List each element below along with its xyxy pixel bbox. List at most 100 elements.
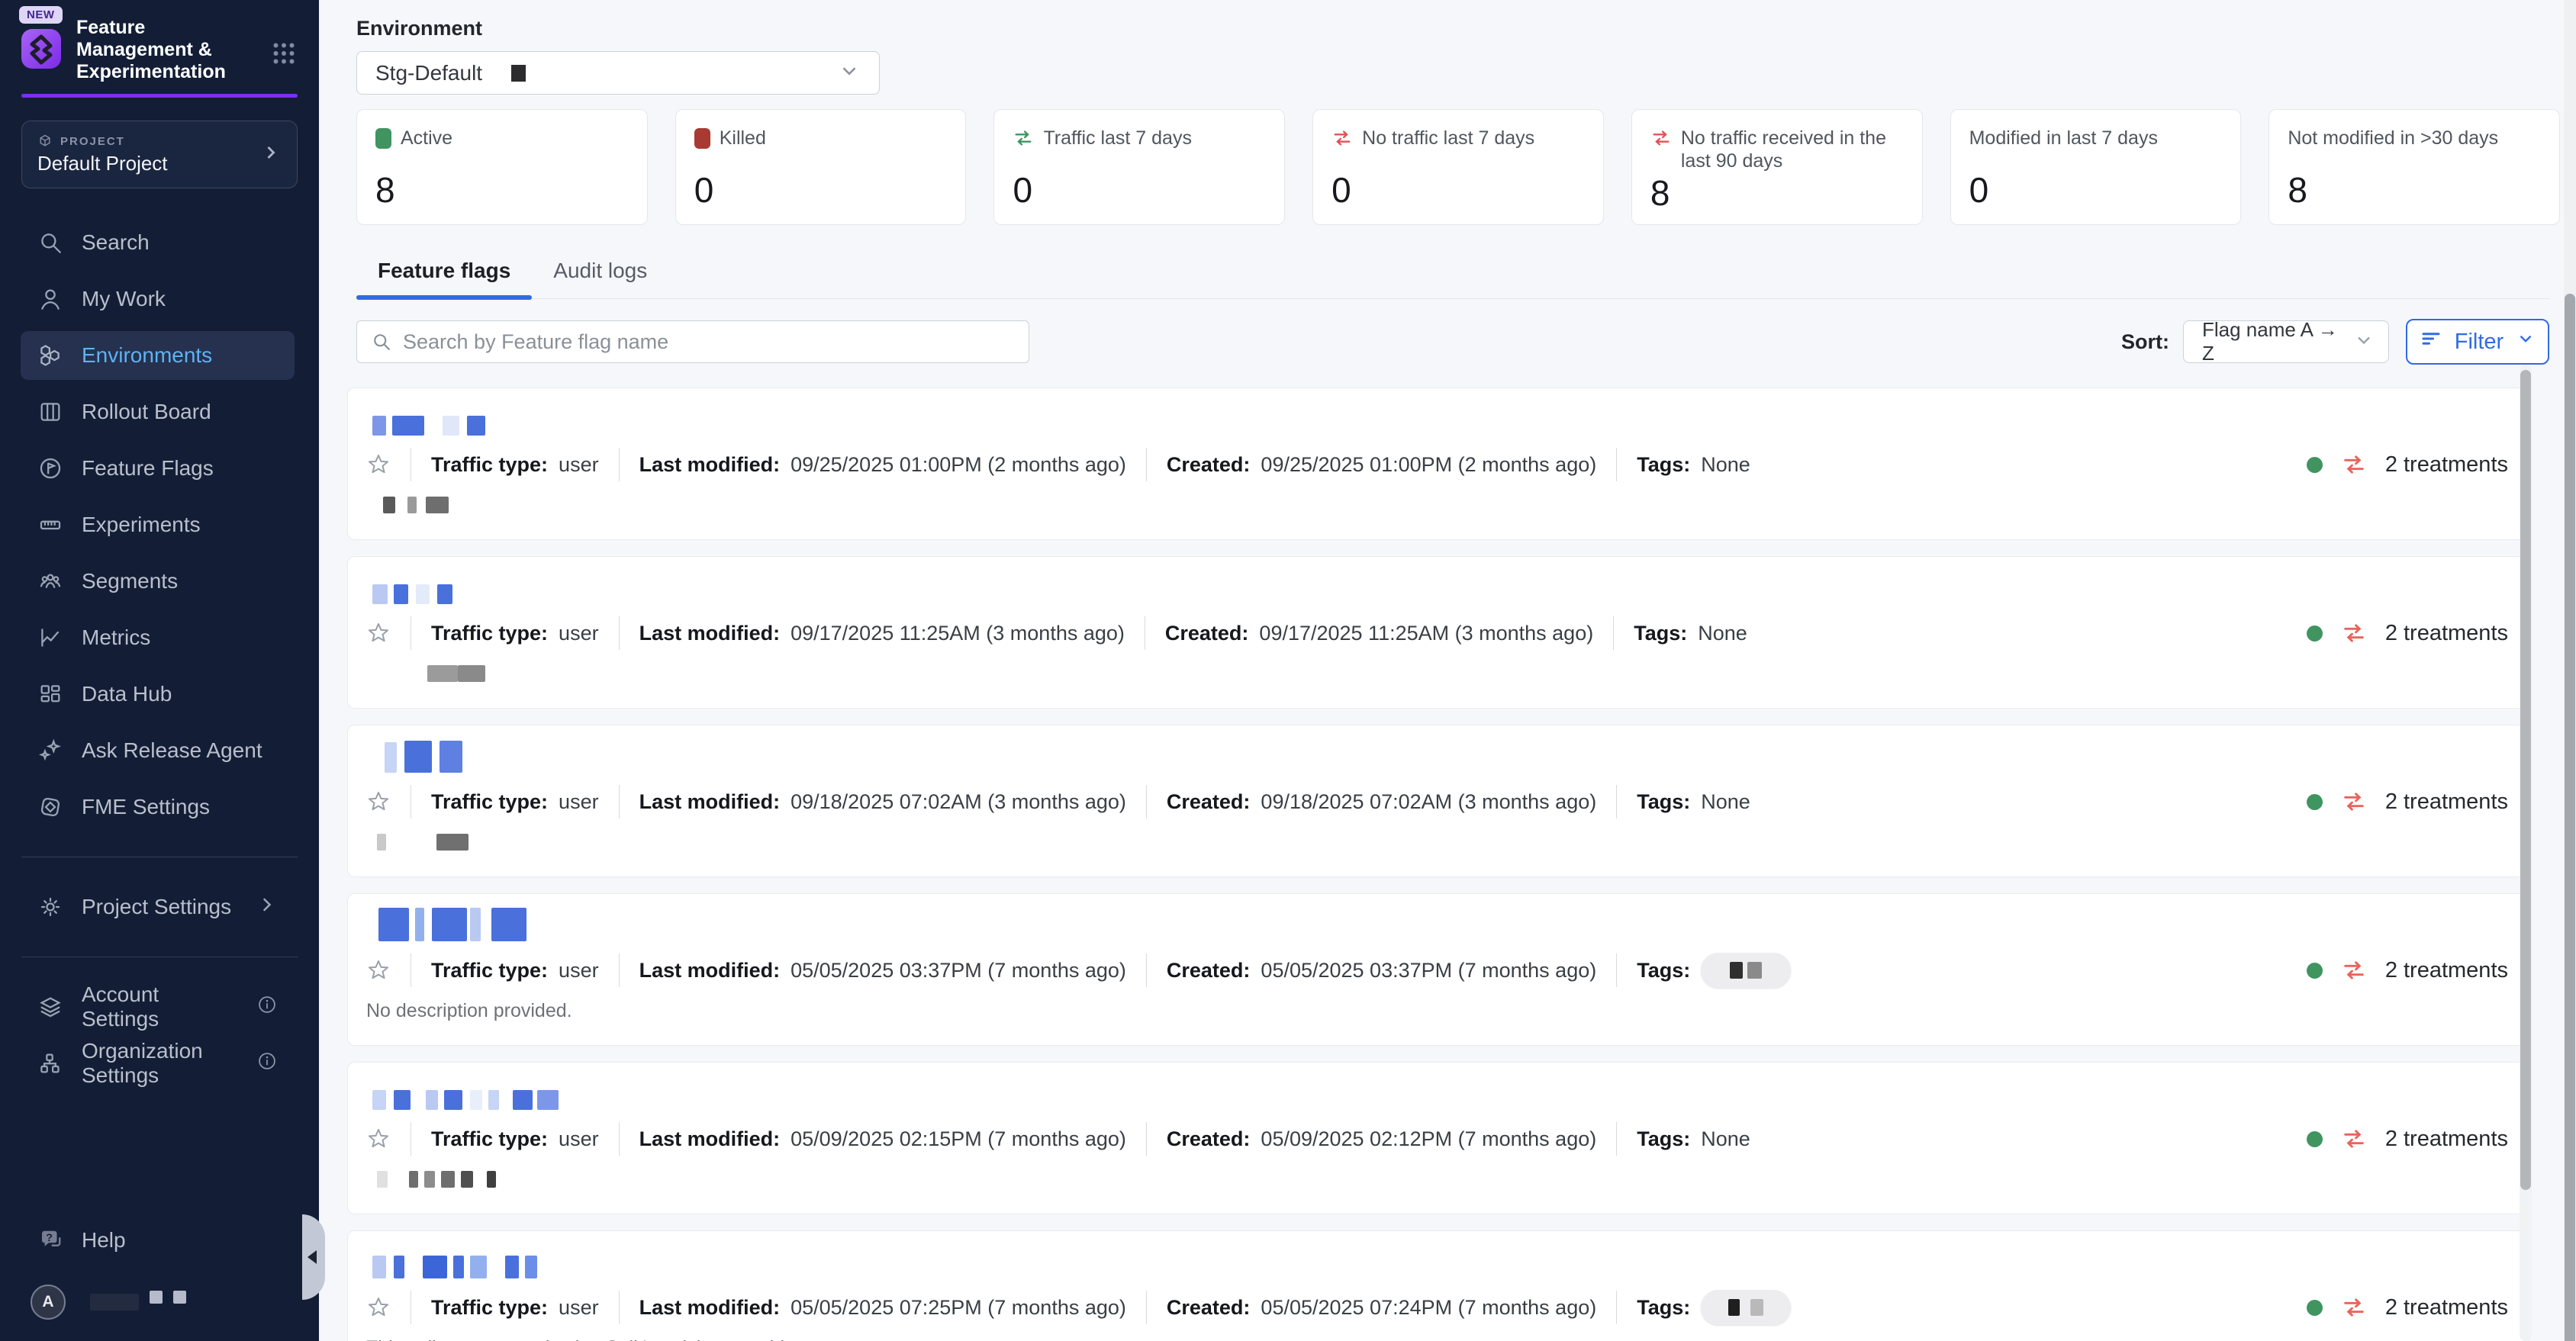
treatments-count[interactable]: 2 treatments bbox=[2385, 1127, 2508, 1152]
sidebar-item-my-work[interactable]: My Work bbox=[21, 275, 295, 323]
chevron-right-icon bbox=[260, 142, 282, 167]
traffic-type-label: Traffic type: bbox=[431, 1127, 548, 1151]
avatar[interactable]: A bbox=[31, 1285, 66, 1320]
treatments-count[interactable]: 2 treatments bbox=[2385, 789, 2508, 815]
feature-flag-row[interactable]: Traffic type:userLast modified:05/09/202… bbox=[347, 1062, 2529, 1214]
sidebar-item-search[interactable]: Search bbox=[21, 218, 295, 267]
redacted-block bbox=[423, 1256, 447, 1278]
feature-flag-row[interactable]: Traffic type:userLast modified:09/18/202… bbox=[347, 725, 2529, 877]
treatments-count[interactable]: 2 treatments bbox=[2385, 1295, 2508, 1320]
page-scrollbar-thumb[interactable] bbox=[2565, 294, 2575, 1341]
flag-name-redacted[interactable] bbox=[366, 1075, 2508, 1110]
treatments-count[interactable]: 2 treatments bbox=[2385, 621, 2508, 646]
tab-label: Feature flags bbox=[378, 259, 510, 282]
status-active-dot-icon bbox=[2307, 1300, 2323, 1316]
treatments-arrows-icon bbox=[2341, 1126, 2367, 1152]
flag-name-redacted[interactable] bbox=[366, 569, 2508, 604]
tab-feature-flags[interactable]: Feature flags bbox=[356, 248, 532, 298]
star-icon[interactable] bbox=[366, 789, 391, 814]
redacted-block bbox=[525, 1256, 537, 1278]
redacted-block bbox=[488, 1090, 499, 1110]
metrics-icon bbox=[37, 625, 63, 651]
user-icon bbox=[37, 286, 63, 312]
tag-pill-redacted[interactable] bbox=[1701, 953, 1791, 988]
help-icon: ? bbox=[37, 1227, 65, 1254]
sidebar-item-ask-release-agent[interactable]: Ask Release Agent bbox=[21, 726, 295, 775]
stat-value: 0 bbox=[1331, 169, 1585, 211]
sidebar-item-experiments[interactable]: Experiments bbox=[21, 500, 295, 549]
list-scrollbar[interactable] bbox=[2520, 365, 2532, 1341]
sort-label: Sort: bbox=[2121, 330, 2169, 354]
tags-value: None bbox=[1698, 622, 1747, 645]
divider bbox=[1616, 1122, 1617, 1156]
sidebar-item-feature-flags[interactable]: Feature Flags bbox=[21, 444, 295, 493]
feature-flag-row[interactable]: Traffic type:userLast modified:05/05/202… bbox=[347, 1230, 2529, 1341]
flag-search[interactable] bbox=[356, 320, 1029, 363]
treatments-count[interactable]: 2 treatments bbox=[2385, 958, 2508, 983]
stat-card-modified-in-last-7-days[interactable]: Modified in last 7 days0 bbox=[1950, 109, 2242, 225]
sidebar-item-label: Organization Settings bbox=[82, 1039, 238, 1088]
filter-button[interactable]: Filter bbox=[2406, 319, 2549, 365]
stat-card-traffic-last-7-days[interactable]: Traffic last 7 days0 bbox=[993, 109, 1285, 225]
stat-card-not-modified-in-30-days[interactable]: Not modified in >30 days8 bbox=[2268, 109, 2560, 225]
tabs-bar: Feature flags Audit logs bbox=[356, 248, 2549, 299]
stat-card-no-traffic-received-in-the-last-90-days[interactable]: No traffic received in the last 90 days8 bbox=[1631, 109, 1923, 225]
sidebar-item-environments[interactable]: Environments bbox=[21, 331, 295, 380]
redacted-block bbox=[458, 665, 485, 682]
redacted-block bbox=[372, 584, 388, 604]
flag-name-redacted[interactable] bbox=[366, 738, 2508, 773]
traffic-type-value: user bbox=[559, 1127, 599, 1151]
page-scrollbar[interactable] bbox=[2564, 0, 2576, 1341]
traffic-type-label: Traffic type: bbox=[431, 622, 548, 645]
sort-select[interactable]: Flag name A → Z bbox=[2183, 320, 2389, 363]
sidebar-item-label: My Work bbox=[82, 287, 166, 311]
user-row[interactable]: A bbox=[31, 1285, 298, 1320]
sidebar-item-data-hub[interactable]: Data Hub bbox=[21, 670, 295, 719]
filter-label: Filter bbox=[2455, 330, 2504, 355]
sidebar-item-account-settings[interactable]: Account Settings bbox=[21, 982, 295, 1031]
brand-title: Feature Management & Experimentation bbox=[76, 17, 237, 83]
star-icon[interactable] bbox=[366, 452, 391, 477]
star-icon[interactable] bbox=[366, 621, 391, 645]
sidebar-item-segments[interactable]: Segments bbox=[21, 557, 295, 606]
sidebar-item-rollout-board[interactable]: Rollout Board bbox=[21, 388, 295, 436]
stat-card-killed[interactable]: Killed0 bbox=[675, 109, 967, 225]
sidebar-item-metrics[interactable]: Metrics bbox=[21, 613, 295, 662]
app-grid-icon[interactable] bbox=[270, 40, 298, 71]
list-scrollbar-thumb[interactable] bbox=[2520, 370, 2531, 1190]
environment-section: Environment Stg-Default bbox=[356, 17, 2576, 95]
star-icon[interactable] bbox=[366, 958, 391, 982]
environment-select[interactable]: Stg-Default bbox=[356, 51, 880, 95]
stat-label: Not modified in >30 days bbox=[2288, 127, 2498, 150]
traffic-arrows-icon bbox=[1013, 127, 1034, 149]
star-icon[interactable] bbox=[366, 1127, 391, 1151]
stat-card-active[interactable]: Active8 bbox=[356, 109, 648, 225]
flag-name-redacted[interactable] bbox=[366, 1243, 2508, 1278]
created-value: 09/17/2025 11:25AM (3 months ago) bbox=[1259, 622, 1593, 645]
tab-audit-logs[interactable]: Audit logs bbox=[532, 248, 668, 298]
feature-flag-row[interactable]: Traffic type:userLast modified:09/25/202… bbox=[347, 388, 2529, 540]
redacted-block bbox=[372, 1090, 386, 1110]
traffic-type-label: Traffic type: bbox=[431, 1296, 548, 1320]
filter-icon bbox=[2420, 327, 2442, 356]
help-button[interactable]: ? Help bbox=[37, 1227, 298, 1254]
flag-name-redacted[interactable] bbox=[366, 400, 2508, 436]
flag-name-redacted[interactable] bbox=[366, 906, 2508, 941]
feature-flag-row[interactable]: Traffic type:userLast modified:09/17/202… bbox=[347, 556, 2529, 709]
treatments-arrows-icon bbox=[2341, 452, 2367, 478]
project-switcher[interactable]: PROJECT Default Project bbox=[21, 121, 298, 188]
feature-flag-row[interactable]: Traffic type:userLast modified:05/05/202… bbox=[347, 893, 2529, 1046]
tag-pill-redacted[interactable] bbox=[1701, 1290, 1791, 1325]
divider bbox=[619, 953, 620, 987]
last-modified-label: Last modified: bbox=[639, 1127, 781, 1151]
brand-accent-rule bbox=[21, 94, 298, 98]
sidebar-collapse-handle[interactable] bbox=[302, 1214, 325, 1300]
treatments-count[interactable]: 2 treatments bbox=[2385, 452, 2508, 478]
sidebar-item-project-settings[interactable]: Project Settings bbox=[21, 883, 295, 931]
sidebar-item-organization-settings[interactable]: Organization Settings bbox=[21, 1039, 295, 1088]
collapse-arrow-icon bbox=[308, 1250, 317, 1264]
flag-search-input[interactable] bbox=[403, 330, 1015, 354]
sidebar-item-fme-settings[interactable]: FME Settings bbox=[21, 783, 295, 831]
star-icon[interactable] bbox=[366, 1295, 391, 1320]
stat-card-no-traffic-last-7-days[interactable]: No traffic last 7 days0 bbox=[1312, 109, 1604, 225]
